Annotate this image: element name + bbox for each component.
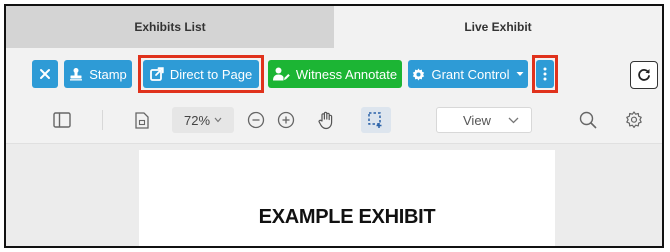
zoom-level: 72% xyxy=(183,112,211,128)
zoom-in-icon xyxy=(277,111,295,129)
stamp-button-label: Stamp xyxy=(89,66,127,82)
witness-annotate-button[interactable]: Witness Annotate xyxy=(268,60,402,88)
viewer-toolbar: 72% View xyxy=(6,96,662,144)
document-page: EXAMPLE EXHIBIT xyxy=(139,150,555,246)
refresh-button[interactable] xyxy=(630,61,658,89)
search-icon xyxy=(579,111,597,129)
zoom-out-icon xyxy=(247,111,265,129)
close-button[interactable] xyxy=(32,60,58,88)
tab-exhibits-list[interactable]: Exhibits List xyxy=(6,6,334,48)
external-link-icon xyxy=(149,67,164,81)
grant-control-button[interactable]: Grant Control xyxy=(408,60,528,88)
settings-button[interactable] xyxy=(624,110,644,130)
hand-icon xyxy=(318,111,333,129)
gear-icon xyxy=(413,67,425,81)
action-toolbar: Stamp Direct to Page Witness Annotate Gr… xyxy=(6,48,662,96)
document-title: EXAMPLE EXHIBIT xyxy=(258,206,436,228)
grant-control-label: Grant Control xyxy=(431,66,510,82)
zoom-select[interactable]: 72% xyxy=(172,107,234,133)
exhibit-panel: Exhibits List Live Exhibit Stamp Direct … xyxy=(4,4,664,248)
refresh-icon xyxy=(638,69,650,81)
search-button[interactable] xyxy=(578,110,598,130)
toolbar-divider xyxy=(102,110,103,130)
stamp-icon xyxy=(70,68,83,81)
sidebar-icon xyxy=(53,112,71,128)
tab-bar: Exhibits List Live Exhibit xyxy=(6,6,662,48)
view-mode-select[interactable]: View xyxy=(436,107,532,133)
direct-to-page-button[interactable]: Direct to Page xyxy=(143,60,259,88)
close-icon xyxy=(40,69,50,79)
zoom-out-button[interactable] xyxy=(246,110,266,130)
sidebar-toggle-button[interactable] xyxy=(52,110,72,130)
chevron-down-icon xyxy=(214,117,222,123)
pan-tool-button[interactable] xyxy=(316,110,336,130)
page-fit-button[interactable] xyxy=(132,110,152,130)
caret-down-icon xyxy=(516,72,524,76)
more-options-button[interactable] xyxy=(536,60,554,88)
tab-exhibits-list-label: Exhibits List xyxy=(134,20,206,34)
vertical-ellipsis-icon xyxy=(543,67,547,81)
tab-live-exhibit-label: Live Exhibit xyxy=(464,20,532,34)
user-edit-icon xyxy=(272,67,290,81)
page-icon xyxy=(135,111,149,129)
select-tool-button[interactable] xyxy=(361,107,391,133)
direct-to-page-label: Direct to Page xyxy=(169,66,253,82)
tab-live-exhibit[interactable]: Live Exhibit xyxy=(334,6,662,48)
marquee-select-icon xyxy=(368,112,382,128)
witness-annotate-label: Witness Annotate xyxy=(295,66,398,82)
gear-icon xyxy=(626,111,642,128)
stamp-button[interactable]: Stamp xyxy=(64,60,132,88)
document-viewport[interactable]: EXAMPLE EXHIBIT xyxy=(6,144,662,246)
zoom-in-button[interactable] xyxy=(276,110,296,130)
view-mode-value: View xyxy=(463,112,491,128)
chevron-down-icon xyxy=(508,117,519,123)
